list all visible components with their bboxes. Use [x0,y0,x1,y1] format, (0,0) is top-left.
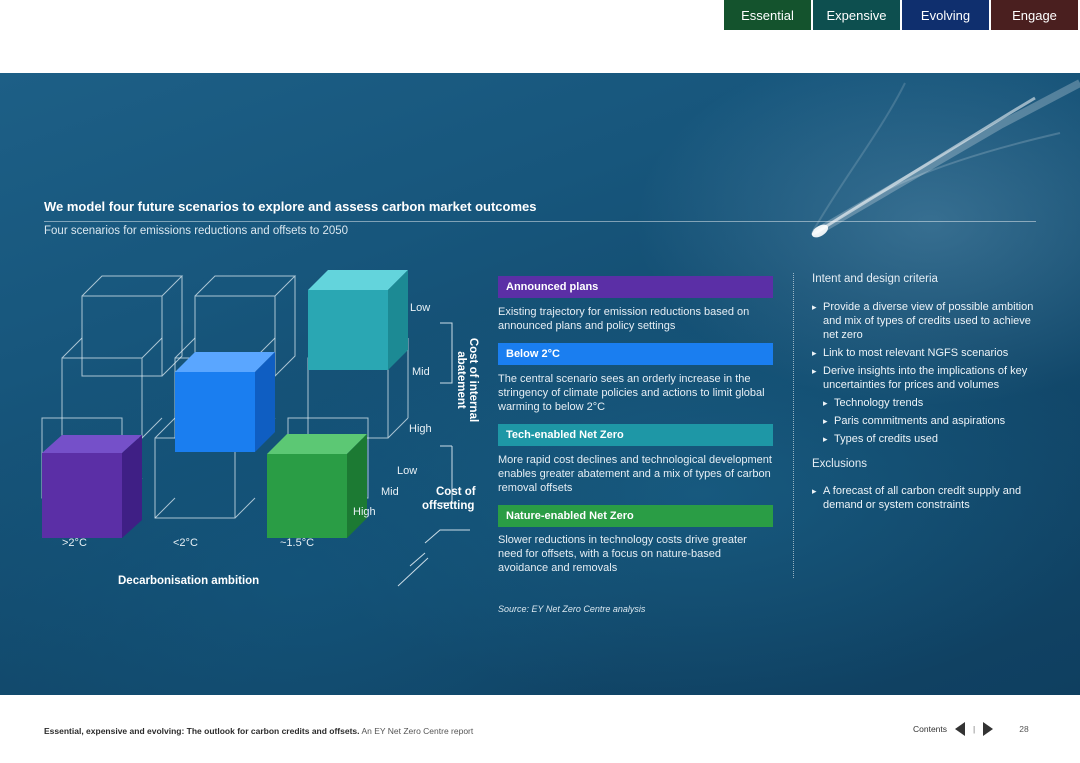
exclusions-item: A forecast of all carbon credit supply a… [812,484,1042,512]
ambition-level-below-2c: <2°C [173,537,198,549]
title-divider [44,221,1036,222]
column-divider [793,273,794,578]
scenario-announced-plans-heading: Announced plans [498,276,773,298]
page-number: 28 [1019,724,1029,734]
page-subtitle: Four scenarios for emissions reductions … [44,225,349,237]
offsetting-level-high: High [353,506,376,518]
footer-navigation: Contents | 28 [913,722,1029,736]
report-suffix: An EY Net Zero Centre report [361,726,474,736]
abatement-level-high: High [409,423,432,435]
offsetting-level-low: Low [397,465,418,477]
criteria-item: Provide a diverse view of possible ambit… [812,300,1042,342]
criteria-item: Derive insights into the implications of… [812,364,1042,392]
depth-axis-title-line1: Cost of [436,486,476,498]
scenario-cube-diagram [41,270,470,587]
criteria-list: Provide a diverse view of possible ambit… [812,300,1042,450]
scenario-tech-enabled-heading: Tech-enabled Net Zero [498,424,773,446]
abatement-level-mid: Mid [412,366,430,378]
scenario-below-2c-text: The central scenario sees an orderly inc… [498,373,765,413]
depth-axis-title-line2: offsetting [422,500,475,512]
horizontal-axis-title: Decarbonisation ambition [118,575,260,587]
next-page-icon[interactable] [983,722,994,736]
previous-page-icon[interactable] [955,722,966,736]
criteria-sub-item: Technology trends [823,396,1042,410]
abatement-level-low: Low [410,302,431,314]
criteria-sub-item: Paris commitments and aspirations [823,414,1042,428]
tab-essential[interactable]: Essential [724,0,811,30]
criteria-heading: Intent and design criteria [812,273,938,285]
scenario-nature-enabled-text: Slower reductions in technology costs dr… [498,534,747,574]
scenario-nature-enabled-heading: Nature-enabled Net Zero [498,505,773,527]
source-note: Source: EY Net Zero Centre analysis [498,604,646,614]
ambition-level-above-2c: >2°C [62,537,87,549]
cube-announced-plans [42,435,142,538]
page: Essential Expensive Evolving Engage We m… [0,0,1080,763]
cube-tech-enabled-net-zero [308,270,408,370]
contents-link[interactable]: Contents [913,724,947,734]
scenario-announced-plans-text: Existing trajectory for emission reducti… [498,306,750,332]
cube-below-2c [175,352,275,452]
offsetting-level-mid: Mid [381,486,399,498]
tab-engage[interactable]: Engage [991,0,1078,30]
report-title: Essential, expensive and evolving: The o… [44,726,360,736]
tab-expensive[interactable]: Expensive [813,0,900,30]
criteria-item: Link to most relevant NGFS scenarios [812,346,1042,360]
vertical-axis-title: Cost of internal abatement [455,337,479,423]
ocean-background: We model four future scenarios to explor… [0,73,1080,695]
ambition-level-1-5c: ~1.5°C [280,537,315,549]
exclusions-heading: Exclusions [812,458,867,470]
criteria-sub-item: Types of credits used [823,432,1042,446]
footer-report-title: Essential, expensive and evolving: The o… [44,726,473,736]
section-tabs: Essential Expensive Evolving Engage [724,0,1078,30]
scenario-below-2c-heading: Below 2°C [498,343,773,365]
scenario-tech-enabled-text: More rapid cost declines and technologic… [498,454,772,494]
cube-nature-enabled-net-zero [267,434,367,538]
page-title: We model four future scenarios to explor… [44,199,537,214]
tab-evolving[interactable]: Evolving [902,0,989,30]
nav-separator: | [973,724,976,734]
exclusions-list: A forecast of all carbon credit supply a… [812,484,1042,516]
